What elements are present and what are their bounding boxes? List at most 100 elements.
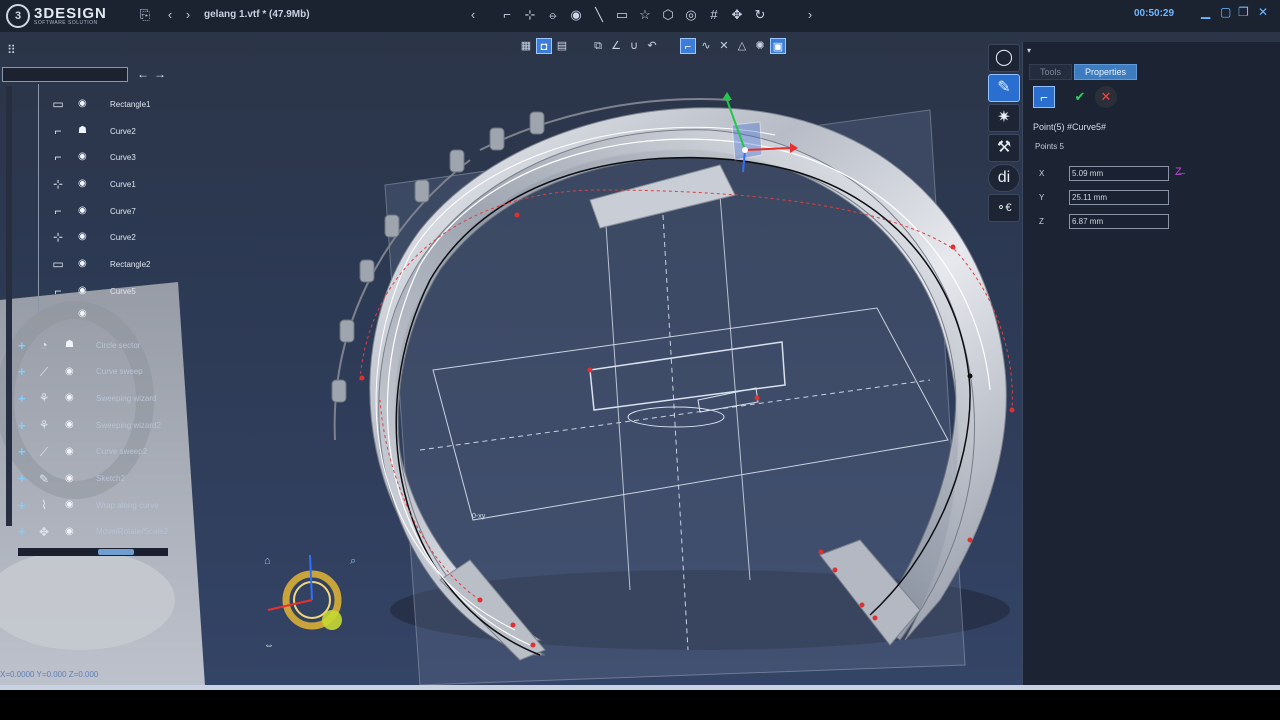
expand-icon[interactable]: + [18,391,26,406]
sketch-module-icon[interactable]: ✎ [988,74,1020,102]
visibility-eye-icon[interactable]: ◉ [65,393,79,403]
curve-icon: ⌐ [54,284,62,298]
tree-item[interactable]: ⌐ ◉ Curve7 [0,199,170,223]
plane-label: 0-xy [472,513,486,520]
visibility-eye-icon[interactable]: ◉ [65,446,79,457]
z-input[interactable]: 6.87 mm [1069,214,1169,229]
x-input[interactable]: 5.09 mm [1069,166,1169,181]
rectangle-icon: ▭ [52,97,64,111]
mesh-module-icon[interactable]: ✷ [988,104,1020,132]
points-count: Points 5 [1035,142,1064,151]
visibility-eye-icon[interactable]: ◉ [78,286,92,296]
tree-group[interactable]: + ✥ ◉ Move/Rotate/Scale2 [0,520,170,544]
expand-icon[interactable]: + [18,444,26,459]
expand-icon[interactable]: + [18,498,26,513]
tree-item[interactable]: ⌐ ☗ Curve2 [0,119,170,143]
panel-menu-icon[interactable]: ▾ [1027,46,1031,55]
visibility-eye-icon[interactable]: ☗ [65,340,79,350]
tab-tools[interactable]: Tools [1029,64,1073,80]
field-x: X 5.09 mm Z̶ [1039,166,1182,181]
axis-curve-icon: ⊹ [52,177,64,191]
visibility-eye-icon[interactable]: ◉ [78,206,92,216]
confirm-button[interactable]: ✔ [1069,86,1091,108]
visibility-eye-icon[interactable]: ◉ [65,473,79,484]
curve-mode-button[interactable]: ⌐ [1033,86,1055,108]
panel-tabs: Tools Properties [1029,64,1138,80]
cancel-button[interactable]: ✕ [1095,86,1117,108]
field-y: Y 25.11 mm [1039,190,1169,205]
expand-icon[interactable]: + [18,338,26,353]
tree-item[interactable]: ⌐ ◉ Curve5 [0,279,170,303]
z-lock-icon[interactable]: Z̶ [1175,166,1182,178]
navigation-widget[interactable] [267,554,342,630]
coordinate-readout: X=0.0000 Y=0.000 Z=0.000 [0,670,99,679]
stone-module-icon[interactable]: ⚒ [988,134,1020,162]
curve-icon: ⌐ [54,204,62,218]
visibility-eye-icon[interactable]: ◉ [78,309,92,319]
tree-item[interactable]: ▭ ◉ Rectangle2 [0,252,170,276]
tree-search-input[interactable] [2,67,128,82]
visibility-eye-icon[interactable]: ◉ [78,152,92,162]
expand-icon[interactable]: + [18,418,26,433]
visibility-eye-icon[interactable]: ◉ [78,179,92,189]
expand-icon[interactable]: + [18,524,26,539]
ring-module-icon[interactable]: ◯ [988,44,1020,72]
visibility-eye-icon[interactable]: ◉ [78,232,92,242]
field-y-label: Y [1039,193,1045,202]
visibility-eye-icon[interactable]: ◉ [65,420,79,430]
tree-forward-icon[interactable]: → [154,67,166,81]
scrollbar-thumb[interactable] [98,549,134,555]
tree-group[interactable]: + ◔ ☗ Circle sector [0,333,170,357]
tree-group-label: Curve sweep2 [96,447,148,457]
tree-item-label: Rectangle1 [110,99,151,109]
sketch-icon: ✎ [38,471,50,486]
pan-view-icon[interactable]: ⇔ [264,640,274,651]
tree-group[interactable]: + ⟋ ◉ Curve sweep [0,360,170,384]
tree-group-label: Sweeping wizard [96,393,157,403]
tree-group[interactable]: + ⚘ ◉ Sweeping wizard2 [0,413,170,437]
app-window: 3 3DESIGN SOFTWARE SOLUTION ⎘ ‹ › gelang… [0,0,1280,690]
price-module-icon[interactable]: ⚬€ [988,194,1020,222]
tree-group-label: Wrap along curve [96,500,159,510]
home-view-icon[interactable]: ⌂ [264,555,271,567]
points-value: 5 [1059,142,1064,151]
tree-group[interactable]: + ⌇ ◉ Wrap along curve [0,493,170,517]
tab-properties[interactable]: Properties [1074,64,1138,80]
tree-group[interactable]: + ⚘ ◉ Sweeping wizard [0,386,170,410]
tree-item[interactable]: ▭ ◉ Rectangle1 [0,92,170,116]
tree-item-label: Curve2 [110,126,136,136]
wizard-icon: ⚘ [38,391,50,406]
field-z: Z 6.87 mm [1039,214,1169,229]
tree-group-label: Sweeping wizard2 [96,420,161,430]
expand-icon[interactable]: + [18,364,26,379]
tree-item-label: Curve2 [110,232,136,242]
dimension-module-icon[interactable]: di [988,164,1020,192]
tree-item-label: Rectangle2 [110,259,151,269]
tree-group-label: Sketch2 [96,474,125,483]
tree-item-label: Curve5 [110,286,136,296]
axis-curve-icon: ⊹ [52,230,64,244]
visibility-eye-icon[interactable]: ◉ [78,99,92,109]
visibility-eye-icon[interactable]: ◉ [65,526,79,537]
expand-icon[interactable]: + [18,471,26,486]
visibility-eye-icon[interactable]: ◉ [65,500,79,510]
tree-horizontal-scrollbar[interactable] [18,548,168,556]
visibility-eye-icon[interactable]: ◉ [65,366,79,377]
tree-item[interactable]: ⌐ ◉ Curve3 [0,145,170,169]
wrap-icon: ⌇ [41,498,47,513]
circle-sector-icon: ◔ [40,338,48,352]
visibility-eye-icon[interactable]: ☗ [78,126,92,136]
tree-item-label: Curve7 [110,206,136,216]
tree-item[interactable]: ◉ [0,302,170,326]
tree-item-label: Curve3 [110,152,136,162]
zoom-view-icon[interactable]: ⌕ [350,555,356,568]
points-label: Points [1035,142,1058,151]
tree-item[interactable]: ⊹ ◉ Curve1 [0,172,170,196]
tree-group[interactable]: + ⟋ ◉ Curve sweep2 [0,440,170,464]
tree-back-icon[interactable]: ← [137,67,149,81]
tree-item[interactable]: ⊹ ◉ Curve2 [0,225,170,249]
tree-group[interactable]: + ✎ ◉ Sketch2 [0,467,170,491]
point-icon [50,306,66,322]
visibility-eye-icon[interactable]: ◉ [78,259,92,269]
y-input[interactable]: 25.11 mm [1069,190,1169,205]
